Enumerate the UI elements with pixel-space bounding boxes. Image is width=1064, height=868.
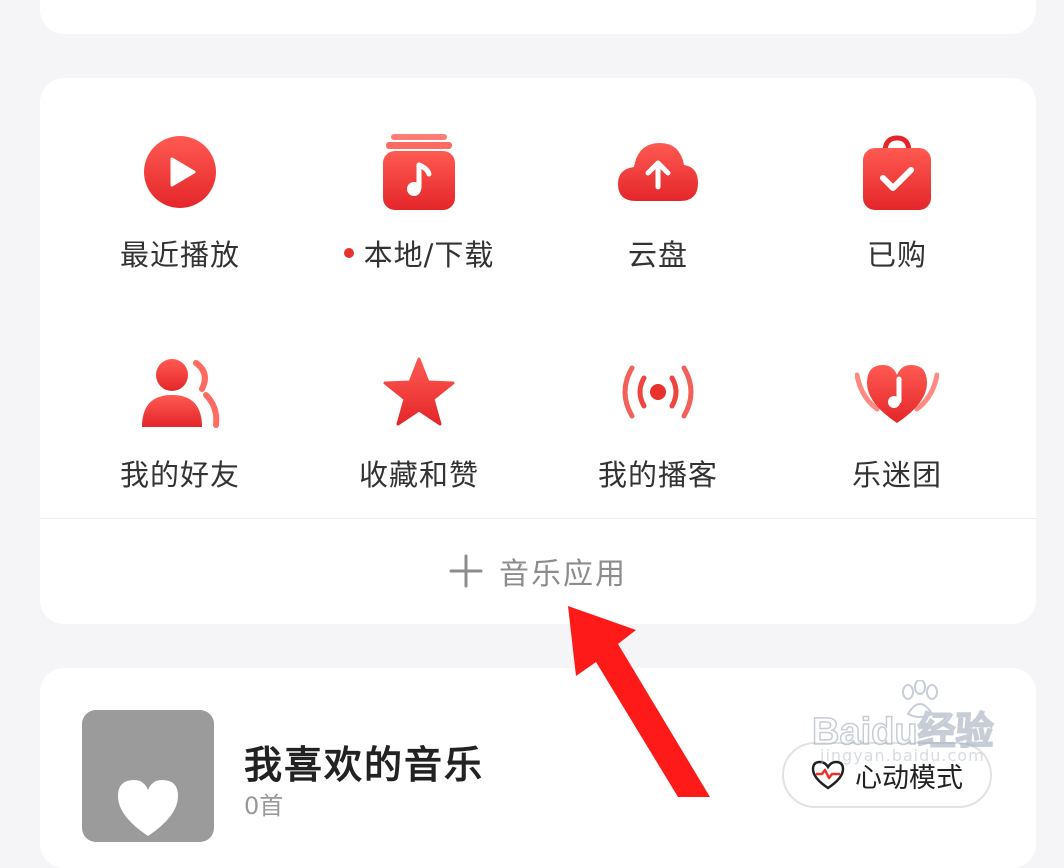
heartbeat-mode-button[interactable]: 心动模式 xyxy=(782,742,992,808)
heart-note-icon xyxy=(855,350,939,434)
tile-label: 最近播放 xyxy=(119,238,240,272)
tile-cloud-disk[interactable]: 云盘 xyxy=(538,130,778,300)
plus-icon xyxy=(449,554,483,588)
tile-label: 云盘 xyxy=(627,238,688,272)
favorites-playlist-card[interactable]: 我喜欢的音乐 0首 心动模式 xyxy=(40,668,1036,868)
tile-label: 收藏和赞 xyxy=(358,458,479,492)
tile-purchased[interactable]: 已购 xyxy=(777,130,1017,300)
tile-fan-club[interactable]: 乐迷团 xyxy=(777,350,1017,520)
tile-label: 乐迷团 xyxy=(851,458,942,492)
tile-label: 本地/下载 xyxy=(363,238,495,272)
tile-label: 我的播客 xyxy=(597,458,718,492)
tile-my-friends[interactable]: 我的好友 xyxy=(60,350,300,520)
playlist-cover xyxy=(82,710,214,842)
add-music-app-button[interactable]: 音乐应用 xyxy=(40,518,1036,624)
tile-label: 我的好友 xyxy=(119,458,240,492)
tile-label: 已购 xyxy=(866,238,927,272)
shortcut-grid-card: 最近播放 本地/下载 云盘 已购 我的好友 收藏和赞 我的播客 乐迷团 音乐应用 xyxy=(40,78,1036,624)
heart-icon xyxy=(118,780,178,836)
shopping-bag-check-icon xyxy=(855,130,939,214)
play-circle-icon xyxy=(138,130,222,214)
tile-local-download[interactable]: 本地/下载 xyxy=(299,130,539,300)
star-icon xyxy=(377,350,461,434)
cloud-upload-icon xyxy=(616,130,700,214)
top-card xyxy=(40,0,1036,34)
add-music-app-label: 音乐应用 xyxy=(499,557,627,592)
tile-recent-play[interactable]: 最近播放 xyxy=(60,130,300,300)
broadcast-icon xyxy=(616,350,700,434)
playlist-count: 0首 xyxy=(244,792,284,820)
music-note-album-icon xyxy=(377,130,461,214)
friends-icon xyxy=(138,350,222,434)
tile-my-podcast[interactable]: 我的播客 xyxy=(538,350,778,520)
new-badge-dot xyxy=(343,248,354,258)
tile-favorites-likes[interactable]: 收藏和赞 xyxy=(299,350,539,520)
playlist-title: 我喜欢的音乐 xyxy=(244,743,485,787)
heartbeat-mode-label: 心动模式 xyxy=(855,762,963,794)
heartbeat-icon xyxy=(811,760,845,790)
